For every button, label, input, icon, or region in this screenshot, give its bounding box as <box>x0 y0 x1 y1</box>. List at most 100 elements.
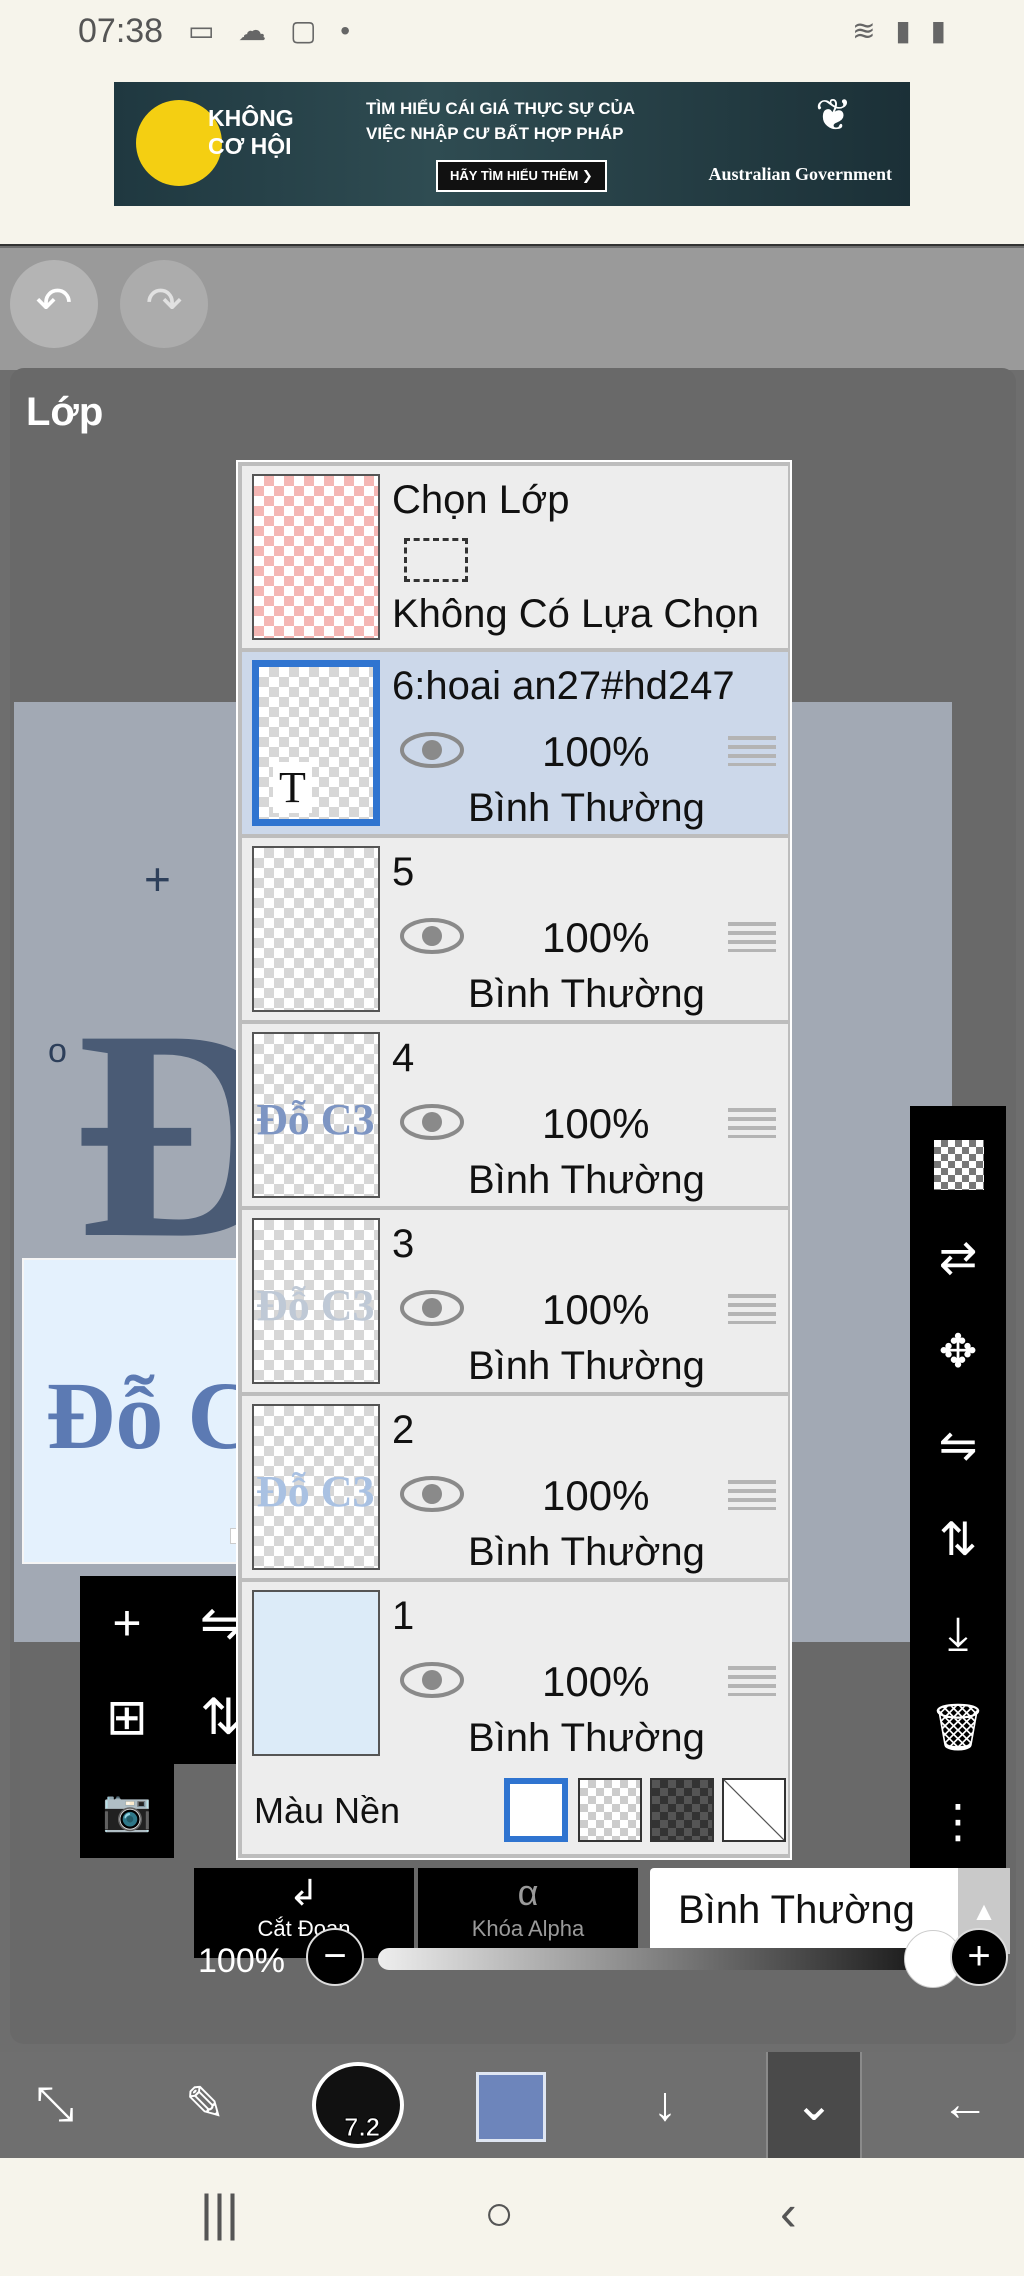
alpha-lock-icon: α <box>517 1872 539 1913</box>
ad-cta-button[interactable]: HÃY TÌM HIỂU THÊM ❯ <box>436 160 607 192</box>
layer-thumb-art: Đỗ C3 <box>256 1095 375 1144</box>
right-toolbar: ⇄ ✥ ⇋ ⇅ ⤓ 🗑 ⋮ <box>910 1106 1006 1890</box>
layer-opacity: 100% <box>542 1286 650 1333</box>
system-status-icons: ≋ ▮ ▮ <box>852 15 952 46</box>
redo-button[interactable]: ↷ <box>120 260 208 348</box>
transparency-button[interactable] <box>910 1116 1006 1210</box>
layers-toggle-button[interactable]: ⌄ <box>766 2052 862 2158</box>
drag-handle-icon[interactable] <box>728 922 776 952</box>
canvas-sparkle: + <box>144 853 171 905</box>
drag-handle-icon[interactable] <box>728 1480 776 1510</box>
canvas-dot: o <box>48 1032 67 1070</box>
brush-size-value: 7.2 <box>343 2112 381 2143</box>
recent-apps-button[interactable]: ||| <box>200 2184 239 2242</box>
layer-thumb-art: Đỗ C3 <box>256 1281 375 1330</box>
opacity-slider[interactable] <box>378 1930 962 1988</box>
ad-copy: TÌM HIỂU CÁI GIÁ THỰC SỰ CỦA VIỆC NHẬP C… <box>366 99 636 143</box>
layer-swap-button[interactable]: ⇄ <box>910 1210 1006 1304</box>
home-button[interactable]: ○ <box>484 2184 514 2242</box>
camera-button[interactable]: 📷 <box>80 1764 174 1858</box>
top-toolbar: ↶ ↷ <box>0 248 1024 370</box>
eye-icon[interactable] <box>400 918 464 954</box>
color-swatch[interactable] <box>476 2072 546 2142</box>
opacity-plus-button[interactable]: + <box>950 1928 1008 1986</box>
eye-icon[interactable] <box>400 732 464 768</box>
more-menu-button[interactable]: ⋮ <box>910 1774 1006 1868</box>
selection-layer-row[interactable]: Chọn Lớp Không Có Lựa Chọn <box>242 466 788 648</box>
copy-layer-button[interactable]: ⊞ <box>80 1670 174 1764</box>
ad-banner[interactable]: KHÔNG CƠ HỘI TÌM HIỂU CÁI GIÁ THỰC SỰ CỦ… <box>114 82 910 206</box>
layer-blend-mode: Bình Thường <box>468 972 705 1016</box>
redo-icon: ↷ <box>145 279 183 328</box>
layer-row[interactable]: 5 100% Bình Thường <box>242 838 788 1020</box>
panel-title: Lớp <box>26 390 104 434</box>
eye-icon[interactable] <box>400 1290 464 1326</box>
layer-opacity: 100% <box>542 728 650 775</box>
selection-thumbnail <box>252 474 380 640</box>
layer-row[interactable]: T 6:hoai an27#hd247 100% Bình Thường <box>242 652 788 834</box>
layer-swap-icon: ⇄ <box>938 1231 978 1283</box>
move-icon: ✥ <box>938 1325 978 1377</box>
undo-button[interactable]: ↶ <box>10 260 98 348</box>
drag-handle-icon[interactable] <box>728 1294 776 1324</box>
selection-status: Không Có Lựa Chọn <box>392 592 760 636</box>
brush-tool-button[interactable]: ✎ <box>150 2052 260 2158</box>
layer-name: 2 <box>392 1408 415 1452</box>
arrow-down-icon: ↓ <box>653 2078 677 2131</box>
coat-of-arms-icon: ❦ <box>815 91 852 140</box>
eye-icon[interactable] <box>400 1476 464 1512</box>
layer-panel: Lớp + o Đỗ Đỗ C3 + ⇋ ⊞ ⇅ 📷 Chọn Lớp Khôn… <box>10 368 1016 2044</box>
ad-sponsor: Australian Government <box>708 164 893 184</box>
background-label: Màu Nền <box>254 1790 401 1831</box>
selection-title: Chọn Lớp <box>392 478 570 522</box>
bg-white-option[interactable] <box>504 1778 568 1842</box>
camera-icon: 📷 <box>102 1789 152 1833</box>
flip-vertical-icon: ⇅ <box>938 1513 978 1565</box>
layer-thumbnail: Đỗ C3 <box>252 1404 380 1570</box>
status-time: 07:38 <box>78 12 164 50</box>
back-button[interactable]: ← <box>910 2052 1020 2158</box>
merge-down-button[interactable]: ⤓ <box>910 1586 1006 1680</box>
flip-vertical-button[interactable]: ⇅ <box>910 1492 1006 1586</box>
add-layer-button[interactable]: + <box>80 1576 174 1670</box>
chevron-down-icon: ⌄ <box>793 2078 835 2131</box>
transform-icon: ⤡ <box>35 2078 75 2131</box>
drag-handle-icon[interactable] <box>728 1108 776 1138</box>
trash-button[interactable]: 🗑 <box>910 1680 1006 1774</box>
opacity-value: 100% <box>198 1942 285 1980</box>
down-button[interactable]: ↓ <box>610 2052 720 2158</box>
flip-horizontal-button[interactable]: ⇋ <box>910 1398 1006 1492</box>
merge-down-icon: ⤓ <box>947 1607 969 1659</box>
layer-blend-mode: Bình Thường <box>468 1530 705 1574</box>
drag-handle-icon[interactable] <box>728 736 776 766</box>
opacity-minus-button[interactable]: − <box>306 1928 364 1986</box>
plus-icon: + <box>112 1595 142 1651</box>
transform-tool-button[interactable]: ⤡ <box>0 2052 110 2158</box>
blend-mode-value: Bình Thường <box>678 1888 915 1932</box>
alpha-lock-button[interactable]: α Khóa Alpha <box>418 1868 638 1958</box>
layer-blend-mode: Bình Thường <box>468 1344 705 1388</box>
layer-blend-mode: Bình Thường <box>468 1158 705 1202</box>
layer-row[interactable]: Đỗ C3 4 100% Bình Thường <box>242 1024 788 1206</box>
selection-rect-icon <box>404 538 468 582</box>
bg-dark-checker-option[interactable] <box>650 1778 714 1842</box>
notification-icons: ▭ ☁ ▢ • <box>188 15 359 46</box>
drag-handle-icon[interactable] <box>728 1666 776 1696</box>
system-back-button[interactable]: ‹ <box>780 2184 797 2242</box>
layer-name: 4 <box>392 1036 415 1080</box>
more-menu-icon: ⋮ <box>935 1795 981 1847</box>
eye-icon[interactable] <box>400 1662 464 1698</box>
bg-transparent-option[interactable] <box>578 1778 642 1842</box>
layer-row[interactable]: 1 100% Bình Thường <box>242 1582 788 1764</box>
brush-size-button[interactable]: 7.2 <box>312 2062 404 2148</box>
layer-blend-mode: Bình Thường <box>468 786 705 830</box>
layer-row[interactable]: Đỗ C3 2 100% Bình Thường <box>242 1396 788 1578</box>
bg-none-option[interactable] <box>722 1778 786 1842</box>
eye-icon[interactable] <box>400 1104 464 1140</box>
text-layer-icon: T <box>273 762 312 813</box>
layer-row[interactable]: Đỗ C3 3 100% Bình Thường <box>242 1210 788 1392</box>
layer-opacity: 100% <box>542 1100 650 1147</box>
move-button[interactable]: ✥ <box>910 1304 1006 1398</box>
layer-name: 1 <box>392 1594 415 1638</box>
layer-thumbnail: Đỗ C3 <box>252 1032 380 1198</box>
